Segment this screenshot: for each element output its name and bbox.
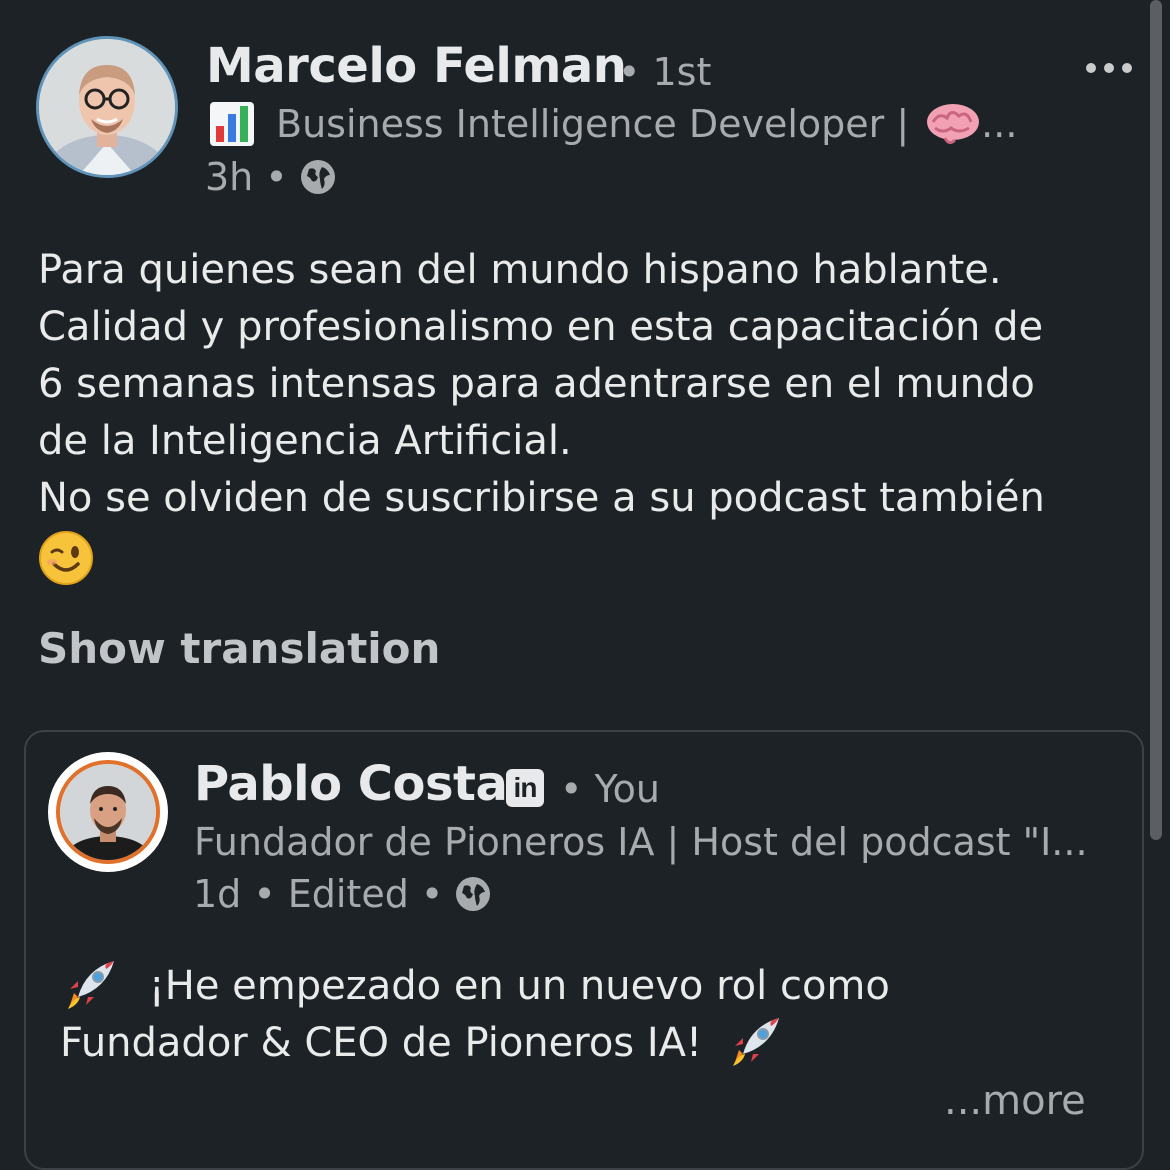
- winking-face-icon: [38, 530, 94, 586]
- avatar-photo: [39, 39, 175, 175]
- see-more-link[interactable]: ...more: [944, 1078, 1086, 1124]
- shared-avatar-photo: [60, 764, 156, 860]
- post-line: Para quienes sean del mundo hispano habl…: [38, 247, 1002, 293]
- rocket-icon: [725, 1012, 785, 1072]
- globe-icon: [300, 159, 336, 195]
- shared-post-line: ¡He empezado en un nuevo rol como: [148, 963, 890, 1009]
- shared-post-line: Fundador & CEO de Pioneros IA!: [60, 1020, 703, 1066]
- author-headline[interactable]: Business Intelligence Developer | ...: [208, 100, 1017, 148]
- shared-post-meta: 1d • Edited •: [193, 872, 491, 916]
- show-translation-link[interactable]: Show translation: [38, 624, 440, 673]
- post-meta: 3h •: [205, 155, 336, 199]
- bar-chart-icon: [208, 100, 256, 148]
- shared-author-headline[interactable]: Fundador de Pioneros IA | Host del podca…: [194, 820, 1088, 864]
- headline-text: Business Intelligence Developer |: [276, 102, 910, 146]
- post-body: Para quienes sean del mundo hispano habl…: [38, 242, 1148, 586]
- shared-author-name[interactable]: Pablo Costa: [194, 756, 508, 812]
- relation-label: • You: [560, 767, 660, 811]
- edited-label: Edited: [287, 872, 409, 916]
- more-options-icon[interactable]: [1086, 58, 1132, 78]
- post-line: 6 semanas intensas para adentrarse en el…: [38, 361, 1035, 407]
- post-line: de la Inteligencia Artificial.: [38, 418, 572, 464]
- author-name[interactable]: Marcelo Felman: [206, 38, 627, 94]
- connection-degree: • 1st: [618, 50, 712, 94]
- linkedin-icon: in: [506, 769, 544, 807]
- post-line: No se olviden de suscribirse a su podcas…: [38, 475, 1045, 521]
- brain-icon: [925, 100, 981, 148]
- shared-post-body: ¡He empezado en un nuevo rol como Fundad…: [60, 958, 1120, 1072]
- meta-separator: •: [253, 872, 276, 916]
- shared-author-avatar[interactable]: [48, 752, 168, 872]
- globe-icon: [455, 876, 491, 912]
- author-avatar[interactable]: [36, 36, 178, 178]
- headline-ellipsis: ...: [981, 102, 1018, 146]
- meta-separator: •: [420, 872, 444, 916]
- shared-post-time: 1d: [193, 872, 242, 916]
- post-line: Calidad y profesionalismo en esta capaci…: [38, 304, 1044, 350]
- meta-separator: •: [265, 155, 288, 199]
- rocket-icon: [60, 955, 120, 1015]
- linkedin-badge-text: in: [513, 772, 538, 803]
- post-time: 3h: [205, 155, 254, 199]
- scrollbar[interactable]: [1150, 0, 1162, 840]
